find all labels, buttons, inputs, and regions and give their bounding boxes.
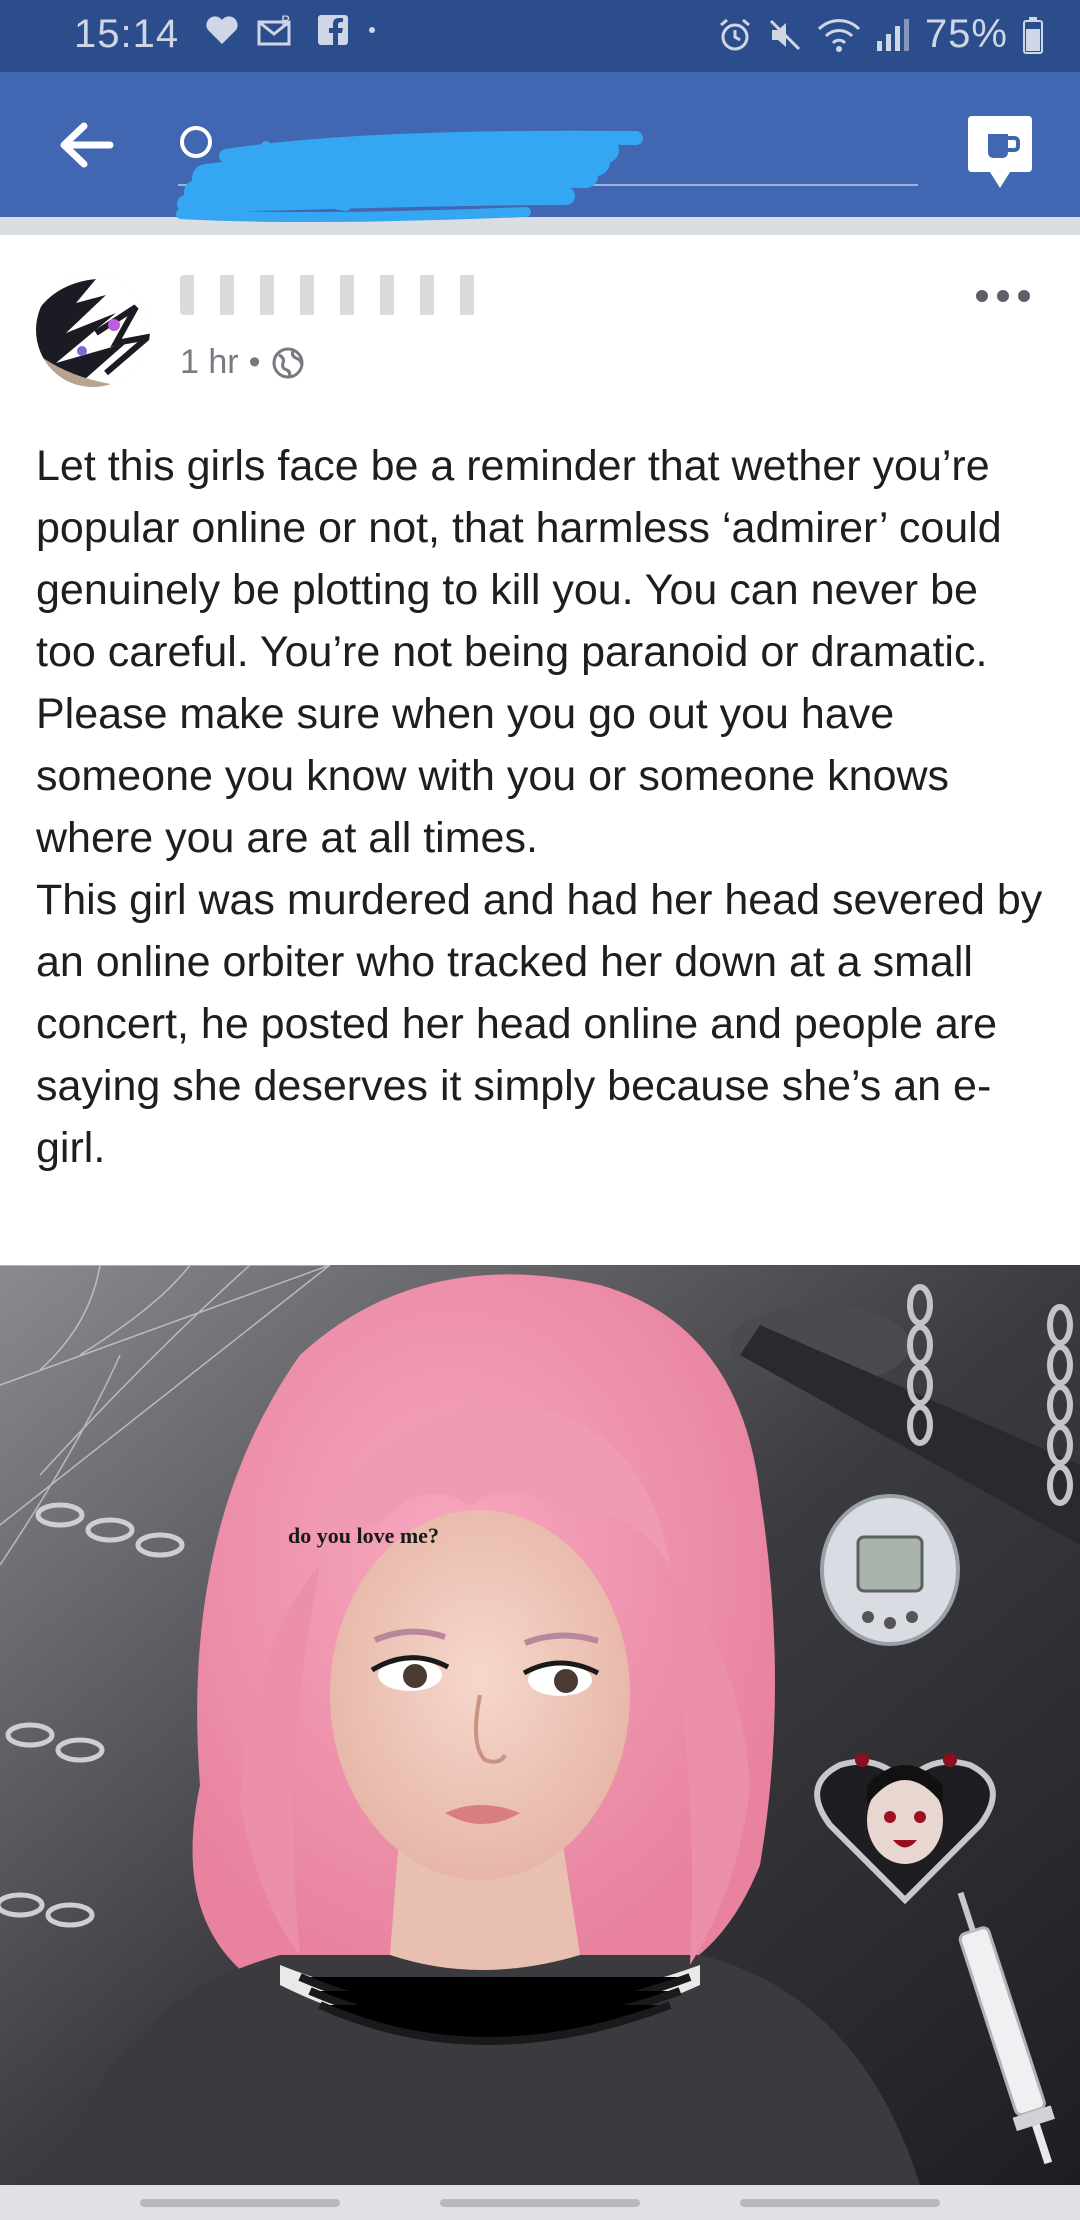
status-time: 15:14 (74, 12, 180, 56)
status-bar: 15:14 B 75% (0, 0, 1080, 72)
battery-percent: 75% (924, 12, 1008, 56)
author-name[interactable] (180, 275, 480, 315)
post-photo-illustration (0, 1265, 1080, 2185)
heart-icon (205, 15, 239, 45)
more-options-button[interactable] (976, 285, 1030, 307)
post-text: Let this girls face be a reminder that w… (36, 435, 1046, 1179)
search-input[interactable] (178, 116, 918, 186)
status-left-icons: B (205, 14, 377, 46)
search-bar[interactable] (176, 116, 918, 223)
mute-icon (767, 17, 803, 53)
more-dot (997, 290, 1009, 302)
dot-icon (367, 25, 377, 35)
status-right-icons: 75% (717, 12, 1044, 57)
nav-home-button[interactable] (440, 2198, 640, 2207)
more-dot (1018, 290, 1030, 302)
app-bar (0, 72, 1080, 223)
svg-text:B: B (281, 14, 291, 30)
alarm-icon (717, 17, 753, 53)
post-meta: 1 hr • (180, 343, 305, 382)
photo-caption: do you love me? (288, 1523, 439, 1548)
author-avatar[interactable] (36, 273, 150, 387)
post-time[interactable]: 1 hr (180, 343, 239, 382)
nav-back-button[interactable] (740, 2198, 940, 2207)
signal-icon (875, 17, 911, 53)
wifi-icon (817, 17, 861, 53)
more-dot (976, 290, 988, 302)
search-icon (180, 126, 212, 158)
system-nav-bar (0, 2185, 1080, 2220)
post-paragraph-2: This girl was murdered and had her head … (36, 876, 1043, 1172)
battery-icon (1022, 16, 1044, 54)
meta-separator: • (248, 343, 261, 381)
post-photo[interactable]: do you love me? (0, 1265, 1080, 2185)
back-arrow-icon[interactable] (56, 118, 116, 172)
globe-icon (272, 347, 303, 378)
post-card: 1 hr • Let this girls face be a reminder… (0, 235, 1080, 2185)
post-paragraph-1: Let this girls face be a reminder that w… (36, 442, 1002, 862)
nav-recent-button[interactable] (140, 2198, 340, 2207)
messenger-icon[interactable] (966, 114, 1034, 192)
facebook-icon (317, 14, 349, 46)
b-mail-icon: B (257, 14, 299, 46)
